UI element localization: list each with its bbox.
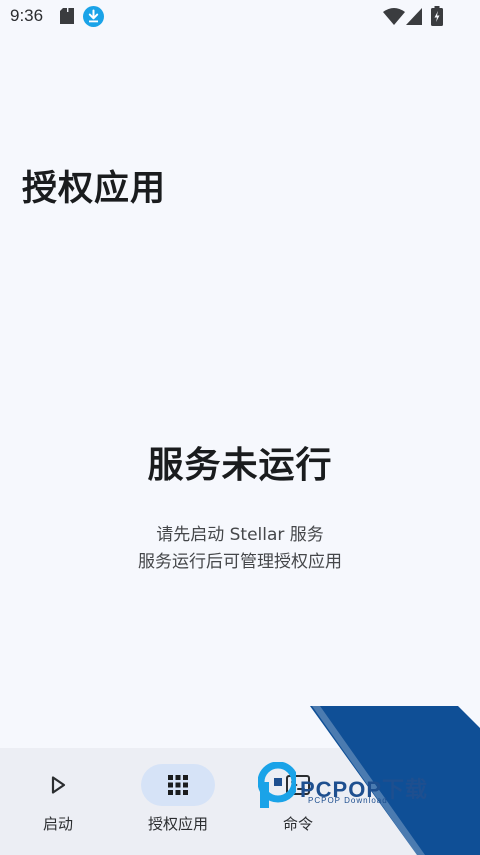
status-time: 9:36 [10, 6, 44, 25]
wifi-icon [383, 8, 405, 25]
battery-icon [431, 6, 443, 26]
nav-label-start: 启动 [42, 815, 73, 833]
nav-label-authorized-apps: 授权应用 [147, 815, 208, 833]
nav-item-start[interactable]: 启动 [0, 748, 120, 855]
signal-icon [406, 8, 422, 25]
status-bar: 9:36 [0, 0, 480, 32]
empty-state-message-1: 请先启动 Stellar 服务 [156, 525, 324, 545]
download-icon [83, 6, 104, 27]
nav-item-authorized-apps[interactable]: 授权应用 [120, 748, 240, 855]
page-title: 授权应用 [22, 169, 167, 209]
grid-icon [168, 775, 188, 795]
play-icon [51, 776, 66, 794]
empty-state-message-2: 服务运行后可管理授权应用 [138, 552, 342, 572]
sd-card-icon [60, 8, 74, 24]
watermark: PCPOP下载 PCPOP Download [250, 706, 480, 855]
watermark-subtext: PCPOP Download [308, 796, 388, 805]
pcpop-logo-icon [258, 762, 296, 808]
empty-state-title: 服务未运行 [147, 445, 333, 486]
app-screen: 9:36 授权应用 服务未运行 请先启动 Stellar 服务 服务运行后可管理… [0, 0, 480, 855]
